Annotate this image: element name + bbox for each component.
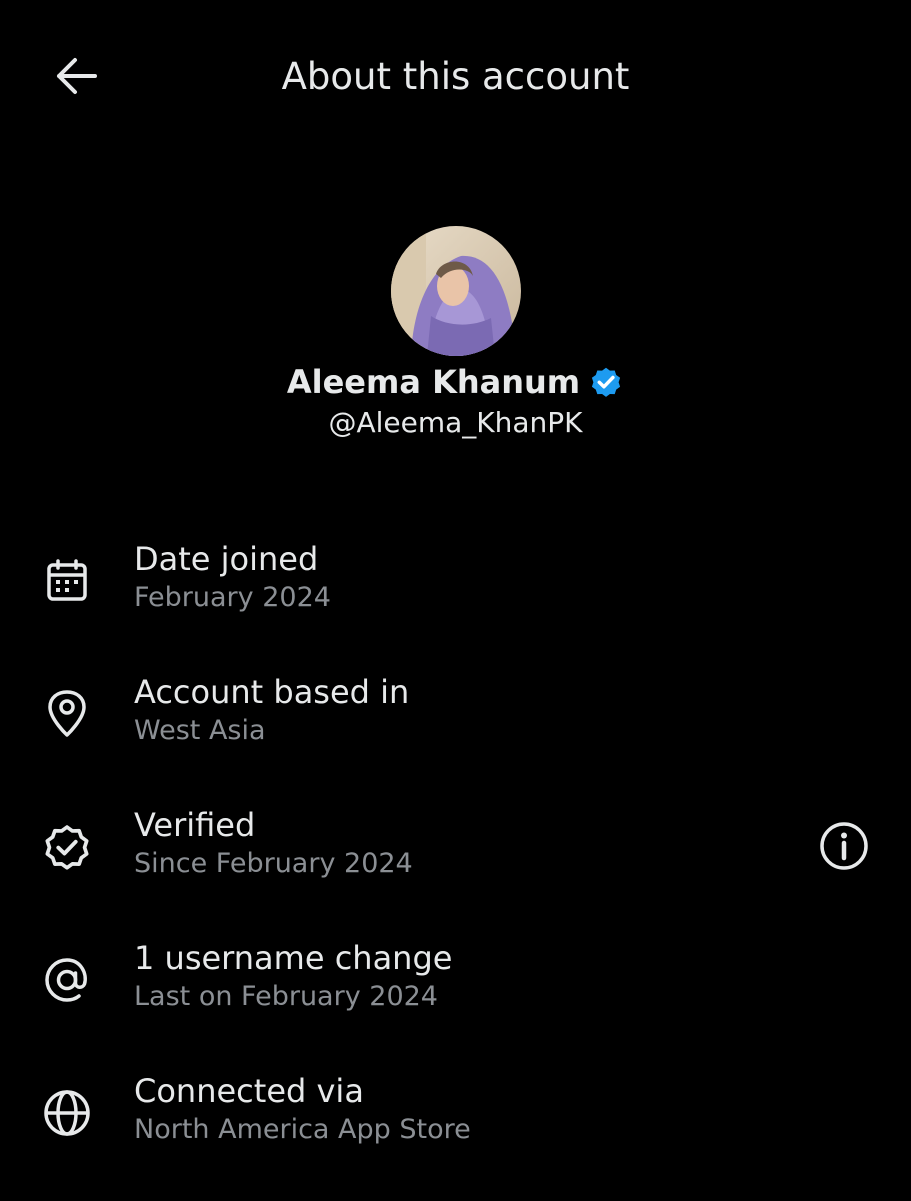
list-item-verified: Verified Since February 2024	[0, 802, 911, 935]
account-based-in-label: Account based in	[134, 673, 410, 711]
username-change-value: Last on February 2024	[134, 981, 438, 1012]
verified-check-icon	[592, 367, 621, 397]
info-icon	[820, 822, 868, 870]
verified-label: Verified	[134, 806, 256, 844]
connected-via-label: Connected via	[134, 1072, 364, 1110]
at-sign-icon	[40, 953, 94, 1007]
verified-badge-icon	[40, 820, 94, 874]
name-row: Aleema Khanum	[0, 360, 911, 404]
handle: @Aleema_KhanPK	[328, 406, 583, 439]
list-item-date-joined: Date joined February 2024	[0, 536, 911, 669]
account-details-list: Date joined February 2024 Account based …	[0, 536, 911, 1201]
verified-value: Since February 2024	[134, 848, 413, 879]
list-item-username-change: 1 username change Last on February 2024	[0, 935, 911, 1068]
page-title: About this account	[281, 55, 630, 98]
globe-icon	[40, 1086, 94, 1140]
display-name: Aleema Khanum	[286, 363, 581, 401]
date-joined-value: February 2024	[134, 582, 331, 613]
date-joined-label: Date joined	[134, 540, 319, 578]
list-item-account-based-in: Account based in West Asia	[0, 669, 911, 802]
top-bar: About this account	[0, 0, 911, 150]
avatar[interactable]	[390, 226, 521, 356]
location-pin-icon	[40, 687, 94, 741]
account-based-in-value: West Asia	[134, 715, 266, 746]
profile-section: Aleema Khanum @Aleema_KhanPK	[0, 226, 911, 442]
list-item-connected-via: Connected via North America App Store	[0, 1068, 911, 1201]
calendar-icon	[40, 554, 94, 608]
connected-via-value: North America App Store	[134, 1114, 471, 1145]
verified-info-button[interactable]	[816, 818, 872, 874]
username-change-label: 1 username change	[134, 939, 453, 977]
